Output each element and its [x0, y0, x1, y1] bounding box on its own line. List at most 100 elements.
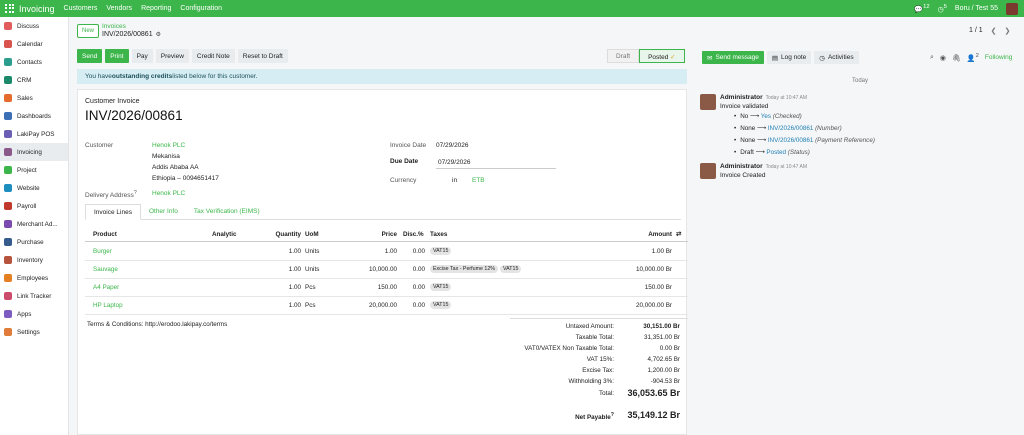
tab-tax-verification[interactable]: Tax Verification (EIMS) — [186, 204, 268, 219]
sidebar-item-calendar[interactable]: Calendar — [0, 35, 68, 53]
preview-button[interactable]: Preview — [155, 49, 189, 63]
sidebar-item-sales[interactable]: Sales — [0, 89, 68, 107]
search-icon[interactable]: ⌕ — [930, 54, 934, 62]
log-note-button[interactable]: ▤ Log note — [766, 51, 812, 64]
quantity-cell: 1.00 — [288, 302, 301, 309]
sidebar-item-lakipay-pos[interactable]: LakiPay POS — [0, 125, 68, 143]
tracking-value: • None ⟶ INV/2026/00861 (Payment Referenc… — [734, 137, 875, 144]
app-name[interactable]: Invoicing — [19, 4, 55, 14]
sidebar-item-project[interactable]: Project — [0, 161, 68, 179]
page-title: INV/2026/00861 — [85, 108, 183, 123]
followers-icon[interactable]: 👤2 — [967, 53, 979, 62]
table-row[interactable]: Burger 1.00 Units 1.00 0.00 VAT15 1.00 B… — [85, 243, 688, 261]
eye-icon[interactable]: ◉ — [940, 54, 946, 62]
activity-clock-icon[interactable]: ◷5 — [938, 4, 947, 13]
column-header-price[interactable]: Price — [371, 231, 397, 238]
tracking-field: (Status) — [787, 149, 810, 156]
quantity-cell: 1.00 — [288, 266, 301, 273]
following-button[interactable]: Following — [985, 54, 1012, 61]
menu-reporting[interactable]: Reporting — [141, 5, 171, 12]
sidebar-item-employees[interactable]: Employees — [0, 269, 68, 287]
sidebar-item-purchase[interactable]: Purchase — [0, 233, 68, 251]
tab-invoice-lines[interactable]: Invoice Lines — [85, 204, 141, 220]
column-header-amount[interactable]: Amount — [637, 231, 672, 238]
send-button[interactable]: Send — [77, 49, 103, 63]
column-header-uom[interactable]: UoM — [305, 231, 319, 238]
sidebar-item-link-tracker[interactable]: Link Tracker — [0, 287, 68, 305]
column-header-taxes[interactable]: Taxes — [430, 231, 447, 238]
column-header-product[interactable]: Product — [93, 231, 117, 238]
due-date-field[interactable]: 07/29/2026 — [438, 159, 471, 166]
uom-cell: Pcs — [305, 284, 316, 291]
sidebar-item-label: Link Tracker — [17, 292, 52, 300]
message-author-name[interactable]: Administrator — [720, 94, 763, 101]
activities-button[interactable]: ◷ Activities — [814, 51, 859, 64]
sidebar-item-website[interactable]: Website — [0, 179, 68, 197]
menu-customers[interactable]: Customers — [64, 5, 98, 12]
tracking-field: (Payment Reference) — [815, 137, 875, 144]
avatar[interactable] — [700, 163, 716, 179]
sidebar-item-crm[interactable]: CRM — [0, 71, 68, 89]
avatar[interactable] — [700, 94, 716, 110]
alert-text-prefix: You have — [85, 73, 112, 80]
new-button[interactable]: New — [77, 24, 100, 38]
pager-value[interactable]: 1 / 1 — [969, 27, 983, 35]
sidebar-item-label: Website — [17, 184, 40, 192]
column-header-disc[interactable]: Disc.% — [403, 231, 424, 238]
stage-draft[interactable]: Draft — [607, 49, 640, 63]
sidebar-item-merchant[interactable]: Merchant Ad... — [0, 215, 68, 233]
product-link[interactable]: HP Laptop — [93, 302, 123, 309]
column-header-quantity[interactable]: Quantity — [273, 231, 301, 238]
paperclip-icon[interactable]: 🖇 — [952, 54, 961, 62]
credit-note-button[interactable]: Credit Note — [191, 49, 235, 63]
delivery-help-icon[interactable]: ? — [134, 190, 137, 196]
chat-icon[interactable]: 💬12 — [914, 4, 929, 13]
delivery-address-label: Delivery Address? — [85, 190, 137, 199]
delivery-address-link[interactable]: Henok PLC — [152, 190, 185, 197]
discount-cell: 0.00 — [412, 284, 425, 291]
product-link[interactable]: Sauvage — [93, 266, 118, 273]
sidebar-item-payroll[interactable]: Payroll — [0, 197, 68, 215]
stage-posted[interactable]: Posted ✓ — [639, 49, 685, 63]
table-row[interactable]: HP Laptop 1.00 Pcs 20,000.00 0.00 VAT15 … — [85, 297, 688, 315]
chevron-right-icon[interactable]: ❯ — [1005, 27, 1011, 35]
column-header-analytic[interactable]: Analytic — [212, 231, 237, 238]
breadcrumb-invoices[interactable]: Invoices — [102, 23, 126, 30]
currency-link[interactable]: ETB — [472, 177, 485, 184]
product-link[interactable]: Burger — [93, 248, 112, 255]
sidebar-item-discuss[interactable]: Discuss — [0, 17, 68, 35]
chevron-left-icon[interactable]: ❮ — [991, 27, 997, 35]
totals-divider — [510, 318, 688, 319]
menu-configuration[interactable]: Configuration — [180, 5, 222, 12]
sidebar-item-settings[interactable]: Settings — [0, 323, 68, 341]
tab-other-info[interactable]: Other Info — [141, 204, 186, 219]
product-link[interactable]: A4 Paper — [93, 284, 119, 291]
sidebar-item-dashboards[interactable]: Dashboards — [0, 107, 68, 125]
sidebar-item-inventory[interactable]: Inventory — [0, 251, 68, 269]
gear-icon[interactable]: ⚙ — [156, 32, 161, 38]
company-switcher[interactable]: Boru / Test 55 — [955, 5, 998, 12]
send-message-button[interactable]: ✉ Send message — [702, 51, 764, 64]
user-avatar[interactable] — [1006, 2, 1018, 15]
pay-button[interactable]: Pay — [131, 49, 153, 63]
tracking-new: INV/2026/00861 — [767, 137, 814, 144]
delivery-address-label-text: Delivery Address — [85, 192, 134, 200]
print-button[interactable]: Print — [105, 49, 129, 63]
notebook-tabs: Invoice Lines Other Info Tax Verificatio… — [85, 204, 681, 220]
table-row[interactable]: A4 Paper 1.00 Pcs 150.00 0.00 VAT15 150.… — [85, 279, 688, 297]
apps-menu-icon[interactable] — [5, 3, 15, 14]
invoice-date-field[interactable]: 07/29/2026 — [436, 142, 469, 149]
menu-vendors[interactable]: Vendors — [106, 5, 132, 12]
column-settings-icon[interactable]: ⇄ — [676, 231, 681, 238]
net-payable-help-icon[interactable]: ? — [611, 412, 614, 418]
message-author-name[interactable]: Administrator — [720, 163, 763, 170]
price-cell: 1.00 — [384, 248, 397, 255]
tracking-value: • Draft ⟶ Posted (Status) — [734, 149, 810, 156]
customer-link[interactable]: Henok PLC — [152, 142, 185, 149]
sidebar-item-apps[interactable]: Apps — [0, 305, 68, 323]
reset-to-draft-button[interactable]: Reset to Draft — [237, 49, 288, 63]
sidebar-item-contacts[interactable]: Contacts — [0, 53, 68, 71]
sidebar-item-label: CRM — [17, 76, 32, 84]
table-row[interactable]: Sauvage 1.00 Units 10,000.00 0.00 Excise… — [85, 261, 688, 279]
sidebar-item-invoicing[interactable]: Invoicing — [0, 143, 68, 161]
